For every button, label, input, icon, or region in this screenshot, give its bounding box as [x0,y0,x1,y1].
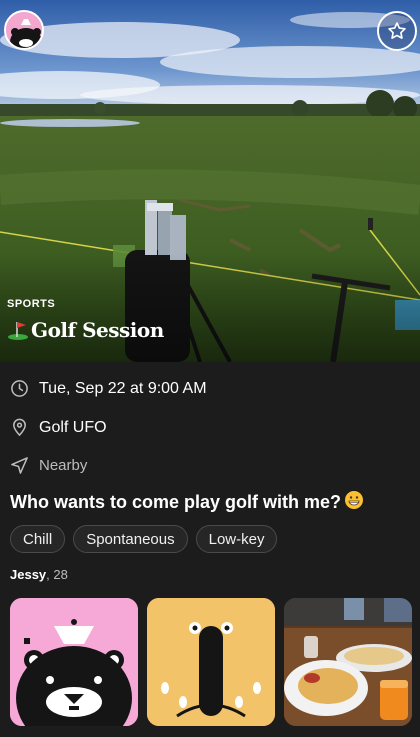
event-location-row[interactable]: Golf UFO [10,418,107,437]
location-pin-icon [10,418,29,437]
host-photo-3[interactable] [284,598,412,726]
tag-low-key[interactable]: Low-key [195,525,278,553]
navigation-arrow-icon [10,456,29,475]
event-description-text: Who wants to come play golf with me? [10,492,342,512]
event-title-text: Golf Session [31,318,164,342]
star-icon [387,21,407,41]
host-name: Jessy [10,567,47,582]
event-category: SPORTS [7,298,56,310]
host-info[interactable]: Jessy, 28 [10,567,68,582]
golf-flag-icon [7,319,29,341]
event-title: Golf Session [7,318,164,342]
event-location: Golf UFO [39,418,107,436]
host-photo-2[interactable] [147,598,275,726]
clock-icon [10,379,29,398]
penguin-avatar-icon [147,598,275,726]
event-description: Who wants to come play golf with me? [10,490,364,515]
event-distance-row: Nearby [10,456,87,475]
host-avatar[interactable] [4,10,44,50]
grinning-face-icon [344,490,364,515]
tag-chill[interactable]: Chill [10,525,66,553]
favorite-button[interactable] [377,11,417,51]
bear-avatar-icon [10,598,138,726]
event-distance: Nearby [39,457,88,474]
host-age: , 28 [46,567,68,582]
tag-spontaneous[interactable]: Spontaneous [73,525,188,553]
event-tags: Chill Spontaneous Low-key [10,525,278,553]
event-datetime-row: Tue, Sep 22 at 9:00 AM [10,379,207,398]
event-cover-photo: SPORTS Golf Session [0,0,420,362]
event-datetime: Tue, Sep 22 at 9:00 AM [39,379,207,397]
food-photo-icon [284,598,412,726]
host-photo-1[interactable] [10,598,138,726]
host-photos [10,598,412,726]
